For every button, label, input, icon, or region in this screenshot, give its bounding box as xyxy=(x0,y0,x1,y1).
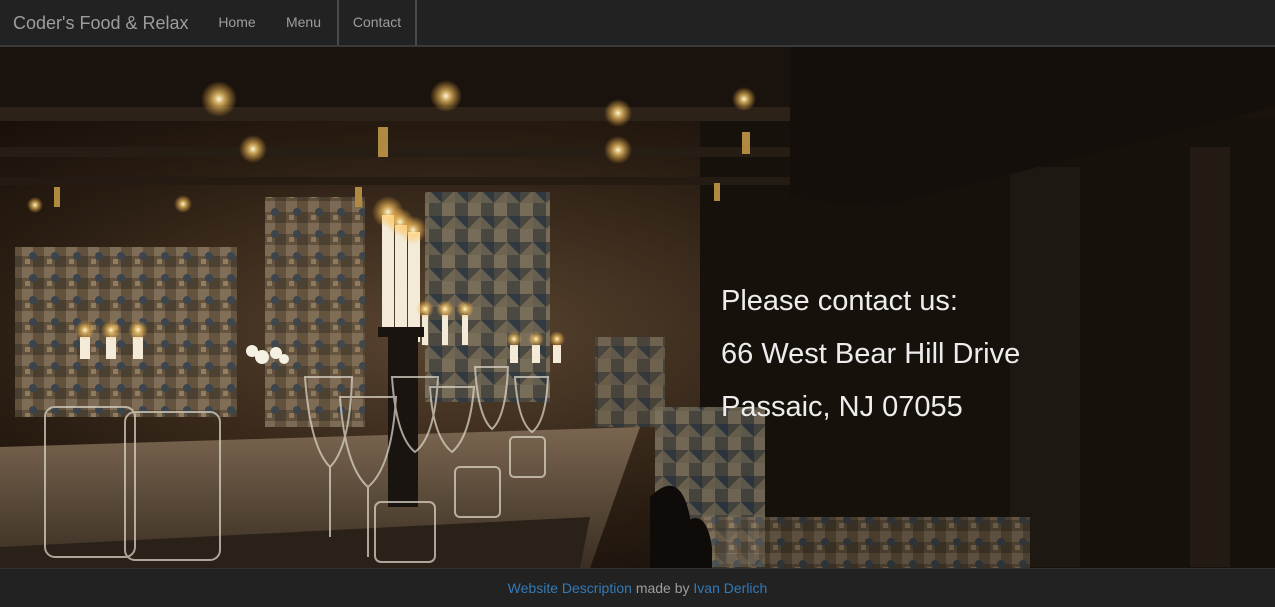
nav-menu-link[interactable]: Menu xyxy=(270,0,337,45)
brand-link[interactable]: Coder's Food & Relax xyxy=(13,0,189,47)
website-description-link[interactable]: Website Description xyxy=(508,580,632,596)
contact-heading: Please contact us: xyxy=(721,285,958,317)
nav-home-link[interactable]: Home xyxy=(204,0,270,45)
hero-section: Please contact us: 66 West Bear Hill Dri… xyxy=(0,47,1275,568)
top-navbar: Coder's Food & Relax Home Menu Contact xyxy=(0,0,1275,47)
address-street: 66 West Bear Hill Drive xyxy=(721,338,1021,370)
footer-made-by-text: made by xyxy=(635,580,690,596)
page-footer: Website Description made by Ivan Derlich xyxy=(0,568,1275,607)
address-city: Passaic, NJ 07055 xyxy=(721,391,963,423)
hero-background-image xyxy=(0,47,1275,568)
contact-info: Please contact us: 66 West Bear Hill Dri… xyxy=(721,279,1020,438)
author-link[interactable]: Ivan Derlich xyxy=(693,580,767,596)
nav-contact-link[interactable]: Contact xyxy=(337,0,417,45)
